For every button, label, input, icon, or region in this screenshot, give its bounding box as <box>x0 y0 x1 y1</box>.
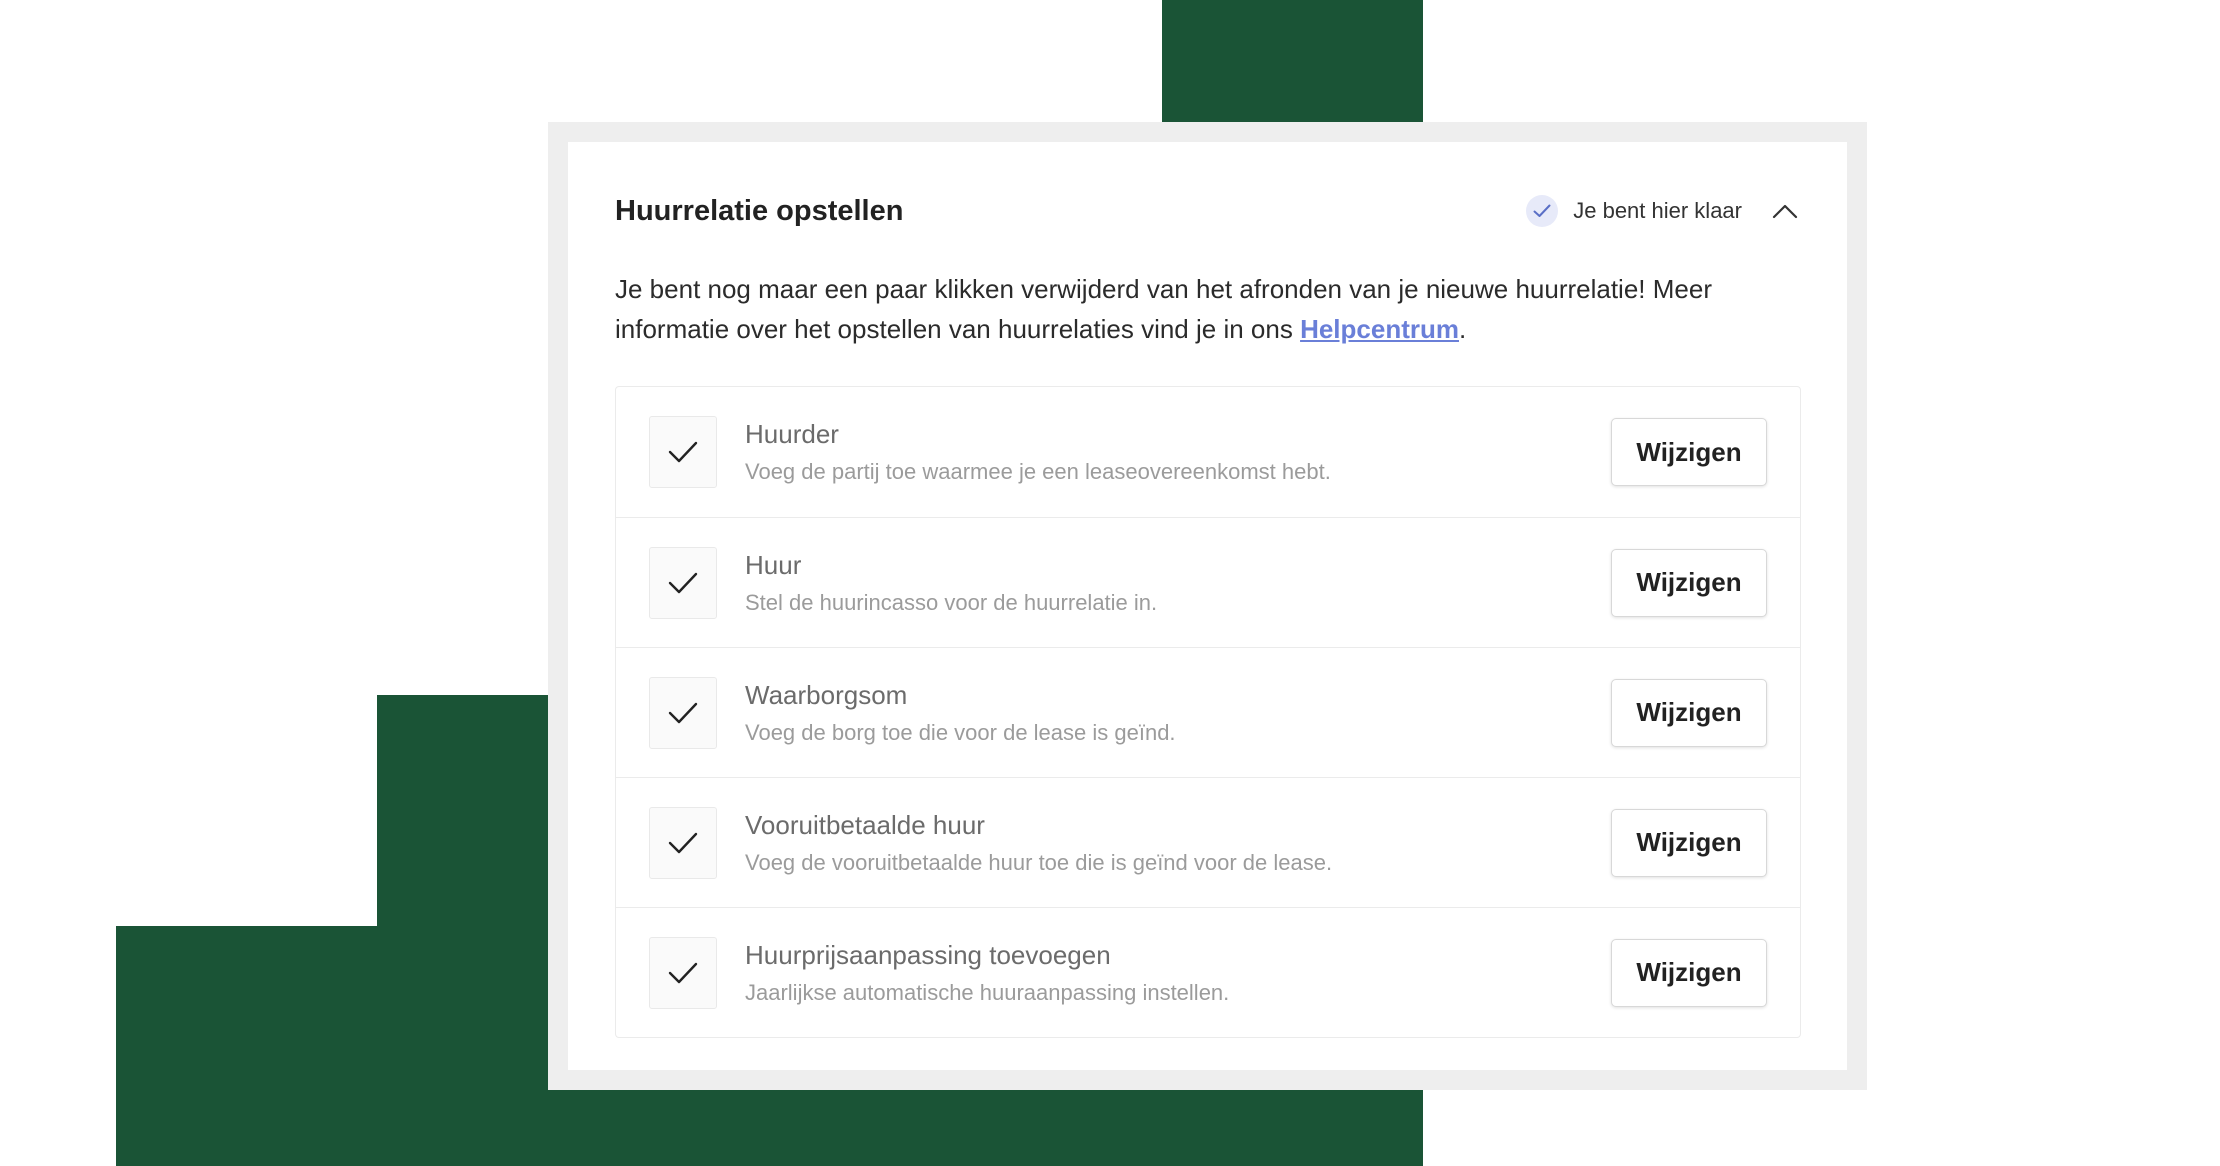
edit-button-vooruitbetaalde-huur[interactable]: Wijzigen <box>1611 808 1767 877</box>
edit-button-waarborgsom[interactable]: Wijzigen <box>1611 678 1767 747</box>
step-text: Waarborgsom Voeg de borg toe die voor de… <box>745 678 1611 748</box>
step-title: Waarborgsom <box>745 679 908 710</box>
step-huur: Huur Stel de huurincasso voor de huurrel… <box>616 517 1800 647</box>
step-description: Stel de huurincasso voor de huurrelatie … <box>745 589 1158 615</box>
intro-text-body: Je bent nog maar een paar klikken verwij… <box>615 274 1712 344</box>
edit-button-huurprijsaanpassing[interactable]: Wijzigen <box>1611 938 1767 1007</box>
check-icon <box>649 806 717 879</box>
card-header: Huurrelatie opstellen Je bent hier klaar <box>615 187 1800 235</box>
card-frame: Huurrelatie opstellen Je bent hier klaar… <box>548 122 1867 1090</box>
step-description: Voeg de vooruitbetaalde huur toe die is … <box>745 849 1333 875</box>
step-title: Huur <box>745 549 802 580</box>
step-description: Voeg de borg toe die voor de lease is ge… <box>745 719 1176 745</box>
step-text: Huurprijsaanpassing toevoegen Jaarlijkse… <box>745 938 1611 1008</box>
helpcenter-link[interactable]: Helpcentrum <box>1300 314 1459 344</box>
step-title: Huurder <box>745 419 839 449</box>
step-description: Jaarlijkse automatische huuraanpassing i… <box>745 979 1230 1005</box>
step-waarborgsom: Waarborgsom Voeg de borg toe die voor de… <box>616 647 1800 777</box>
check-icon <box>649 546 717 619</box>
chevron-up-icon[interactable] <box>1770 196 1800 226</box>
intro-text-end: . <box>1458 314 1467 344</box>
check-icon <box>649 936 717 1009</box>
status-text: Je bent hier klaar <box>1573 198 1742 223</box>
edit-button-huur[interactable]: Wijzigen <box>1611 548 1767 617</box>
step-title: Vooruitbetaalde huur <box>745 809 985 840</box>
step-text: Huur Stel de huurincasso voor de huurrel… <box>745 548 1611 618</box>
card-status: Je bent hier klaar <box>1526 195 1800 227</box>
card-title: Huurrelatie opstellen <box>615 194 904 227</box>
step-title: Huurprijsaanpassing toevoegen <box>745 939 1111 970</box>
edit-button-huurder[interactable]: Wijzigen <box>1611 418 1767 486</box>
step-text: Huurder Voeg de partij toe waarmee je ee… <box>745 417 1611 487</box>
intro-text: Je bent nog maar een paar klikken verwij… <box>615 269 1805 349</box>
check-icon <box>1526 195 1559 227</box>
step-huurprijsaanpassing: Huurprijsaanpassing toevoegen Jaarlijkse… <box>616 907 1800 1037</box>
step-description: Voeg de partij toe waarmee je een leaseo… <box>745 459 1331 484</box>
lease-setup-card: Huurrelatie opstellen Je bent hier klaar… <box>568 142 1847 1070</box>
check-icon <box>649 676 717 749</box>
step-text: Vooruitbetaalde huur Voeg de vooruitbeta… <box>745 808 1611 878</box>
step-vooruitbetaalde-huur: Vooruitbetaalde huur Voeg de vooruitbeta… <box>616 777 1800 907</box>
step-huurder: Huurder Voeg de partij toe waarmee je ee… <box>616 387 1800 517</box>
check-icon <box>649 416 717 488</box>
steps-list: Huurder Voeg de partij toe waarmee je ee… <box>615 386 1801 1038</box>
decorative-green-block-top <box>1162 0 1423 130</box>
